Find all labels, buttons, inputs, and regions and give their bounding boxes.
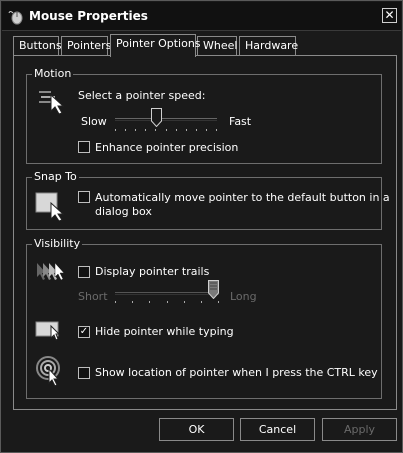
tab-hardware[interactable]: Hardware (239, 36, 298, 56)
apply-button[interactable]: Apply (322, 418, 397, 441)
cancel-button[interactable]: Cancel (240, 418, 315, 441)
fast-label: Fast (229, 115, 252, 128)
snap-to-group: Snap To Automatically move pointer to th… (26, 170, 390, 230)
slider-tick (135, 129, 136, 131)
snap-to-icon (35, 192, 65, 221)
motion-group: Motion Select a pointer speed: Slow Fast… (26, 67, 382, 164)
tab-buttons[interactable]: Buttons (13, 36, 62, 56)
show-location-label: Show location of pointer when I press th… (95, 366, 378, 379)
slider-tick (201, 301, 202, 303)
hide-pointer-icon (35, 321, 61, 341)
slider-tick (115, 129, 116, 131)
visibility-legend: Visibility (32, 237, 83, 250)
trail-slider-ticks (115, 301, 219, 304)
trail-slider-thumb[interactable] (208, 280, 219, 299)
pointer-trails-icon (37, 262, 65, 281)
pointer-speed-icon (39, 91, 65, 115)
slider-tick (125, 129, 126, 131)
pointer-options-panel: Motion Select a pointer speed: Slow Fast… (13, 55, 397, 410)
hide-pointer-label: Hide pointer while typing (95, 325, 234, 338)
slider-tick (155, 129, 156, 131)
motion-legend: Motion (32, 67, 74, 80)
speed-prompt: Select a pointer speed: (78, 89, 206, 102)
snap-to-label-line1: Automatically move pointer to the defaul… (95, 191, 390, 204)
slider-tick (216, 129, 217, 131)
short-label: Short (78, 290, 108, 303)
slider-tick (115, 301, 116, 303)
window-title: Mouse Properties (29, 9, 148, 23)
slider-tick (145, 129, 146, 131)
slider-tick (167, 301, 168, 303)
close-icon: ✕ (384, 8, 395, 22)
slider-tick (149, 301, 150, 303)
slider-tick (176, 129, 177, 131)
hide-pointer-checkbox[interactable]: ✓ (78, 326, 90, 338)
tab-pointers[interactable]: Pointers (61, 36, 111, 56)
speed-slider-thumb[interactable] (151, 108, 162, 127)
pointer-trail-length-slider[interactable] (113, 279, 221, 307)
trail-slider-track (115, 292, 219, 295)
enhance-precision-checkbox[interactable] (78, 141, 90, 153)
tab-wheel[interactable]: Wheel (197, 36, 237, 56)
snap-to-label-line2: dialog box (95, 205, 152, 218)
slider-tick (132, 301, 133, 303)
tab-pointer-options[interactable]: Pointer Options (110, 34, 201, 57)
pointer-speed-slider[interactable] (113, 105, 219, 133)
show-location-checkbox[interactable] (78, 367, 90, 379)
speed-slider-track (115, 118, 217, 121)
title-bar: Mouse Properties ✕ (2, 2, 401, 31)
snap-legend: Snap To (32, 170, 79, 183)
pointer-trails-label: Display pointer trails (95, 265, 210, 278)
pointer-location-icon (36, 356, 60, 387)
long-label: Long (230, 290, 257, 303)
mouse-icon (8, 11, 23, 25)
ok-button[interactable]: OK (159, 418, 234, 441)
visibility-group: Visibility Display pointer trails Short … (26, 237, 382, 399)
slider-tick (184, 301, 185, 303)
slider-tick (196, 129, 197, 131)
snap-to-checkbox[interactable] (78, 191, 90, 203)
pointer-trails-checkbox[interactable] (78, 266, 90, 278)
slider-tick (166, 129, 167, 131)
slider-tick (218, 301, 219, 303)
speed-slider-ticks (115, 129, 217, 132)
mouse-properties-window: Mouse Properties ✕ Buttons Pointers Poin… (0, 0, 403, 453)
enhance-precision-label: Enhance pointer precision (95, 141, 239, 154)
slow-label: Slow (81, 115, 107, 128)
slider-tick (186, 129, 187, 131)
close-button[interactable]: ✕ (382, 8, 397, 23)
slider-tick (206, 129, 207, 131)
